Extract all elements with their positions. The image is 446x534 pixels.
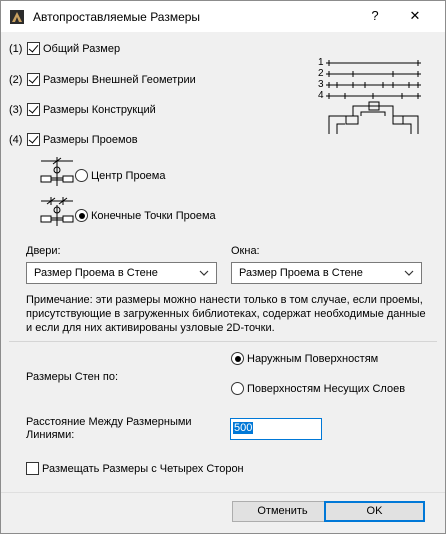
opening-center-label: Центр Проема bbox=[91, 169, 166, 182]
structures-checkbox[interactable] bbox=[27, 103, 40, 116]
doors-select-value: Размер Проема в Стене bbox=[34, 267, 158, 279]
opening-center-radio[interactable] bbox=[75, 169, 88, 182]
walls-outer-label: Наружным Поверхностям bbox=[247, 352, 379, 365]
walls-label: Размеры Стен по: bbox=[26, 371, 119, 383]
distance-label-line2: Линиями: bbox=[26, 429, 75, 441]
windows-label: Окна: bbox=[231, 245, 260, 257]
title-bar: Автопроставляемые Размеры ? ✕ bbox=[1, 1, 445, 32]
note-text: Примечание: эти размеры можно нанести то… bbox=[26, 294, 426, 334]
opening-ends-illustration bbox=[37, 196, 77, 230]
dimension-label: Размеры Внешней Геометрии bbox=[43, 73, 196, 86]
close-button[interactable]: ✕ bbox=[405, 8, 425, 26]
walls-core-option[interactable]: Поверхностям Несущих Слоев bbox=[231, 382, 405, 395]
dimension-number: (2) bbox=[9, 73, 23, 86]
ok-button[interactable]: OK bbox=[324, 501, 425, 522]
distance-label-line1: Расстояние Между Размерными bbox=[26, 416, 192, 428]
openings-checkbox[interactable] bbox=[27, 133, 40, 146]
four-sides-option[interactable]: Размещать Размеры с Четырех Сторон bbox=[26, 462, 244, 475]
opening-center-illustration bbox=[37, 156, 77, 190]
chevron-down-icon bbox=[404, 270, 414, 276]
app-icon bbox=[10, 10, 24, 24]
dimension-row-openings[interactable]: (4) Размеры Проемов bbox=[9, 133, 138, 146]
dimension-label: Размеры Конструкций bbox=[43, 103, 156, 116]
dimension-label: Размеры Проемов bbox=[43, 133, 138, 146]
help-button[interactable]: ? bbox=[367, 8, 383, 26]
dimension-number: (4) bbox=[9, 133, 23, 146]
opening-center-icon bbox=[40, 157, 74, 186]
dimension-number: (3) bbox=[9, 103, 23, 116]
cancel-button[interactable]: Отменить bbox=[232, 501, 333, 522]
walls-core-label: Поверхностям Несущих Слоев bbox=[247, 382, 406, 395]
dialog-footer: Отменить OK bbox=[1, 492, 445, 533]
dimension-legend-illustration: 1 2 3 4 bbox=[317, 57, 427, 138]
distance-input[interactable]: 500 bbox=[230, 418, 322, 440]
windows-select-value: Размер Проема в Стене bbox=[239, 267, 363, 279]
wall-dimension-diagram bbox=[326, 60, 421, 134]
external-geometry-checkbox[interactable] bbox=[27, 73, 40, 86]
opening-center-option[interactable]: Центр Проема bbox=[75, 169, 165, 182]
overall-dimension-checkbox[interactable] bbox=[27, 42, 40, 55]
separator bbox=[9, 341, 437, 342]
four-sides-label: Размещать Размеры с Четырех Сторон bbox=[42, 462, 244, 475]
windows-select[interactable]: Размер Проема в Стене bbox=[231, 262, 422, 284]
opening-ends-icon bbox=[40, 197, 74, 226]
chevron-down-icon bbox=[199, 270, 209, 276]
dimension-row-structures[interactable]: (3) Размеры Конструкций bbox=[9, 103, 156, 116]
doors-select[interactable]: Размер Проема в Стене bbox=[26, 262, 217, 284]
dialog-window: Автопроставляемые Размеры ? ✕ (1) Общий … bbox=[0, 0, 446, 534]
distance-input-value: 500 bbox=[233, 422, 254, 434]
dialog-content: (1) Общий Размер (2) Размеры Внешней Гео… bbox=[1, 32, 445, 492]
walls-core-radio[interactable] bbox=[231, 382, 244, 395]
walls-outer-radio[interactable] bbox=[231, 352, 244, 365]
dialog-title: Автопроставляемые Размеры bbox=[33, 10, 201, 24]
dimension-label: Общий Размер bbox=[43, 42, 121, 55]
opening-ends-radio[interactable] bbox=[75, 209, 88, 222]
doors-label: Двери: bbox=[26, 245, 61, 257]
opening-ends-label: Конечные Точки Проема bbox=[91, 209, 216, 222]
four-sides-checkbox[interactable] bbox=[26, 462, 39, 475]
dimension-row-overall[interactable]: (1) Общий Размер bbox=[9, 42, 120, 55]
walls-outer-option[interactable]: Наружным Поверхностям bbox=[231, 352, 378, 365]
opening-ends-option[interactable]: Конечные Точки Проема bbox=[75, 209, 216, 222]
dimension-number: (1) bbox=[9, 42, 23, 55]
dimension-row-external-geometry[interactable]: (2) Размеры Внешней Геометрии bbox=[9, 73, 196, 86]
